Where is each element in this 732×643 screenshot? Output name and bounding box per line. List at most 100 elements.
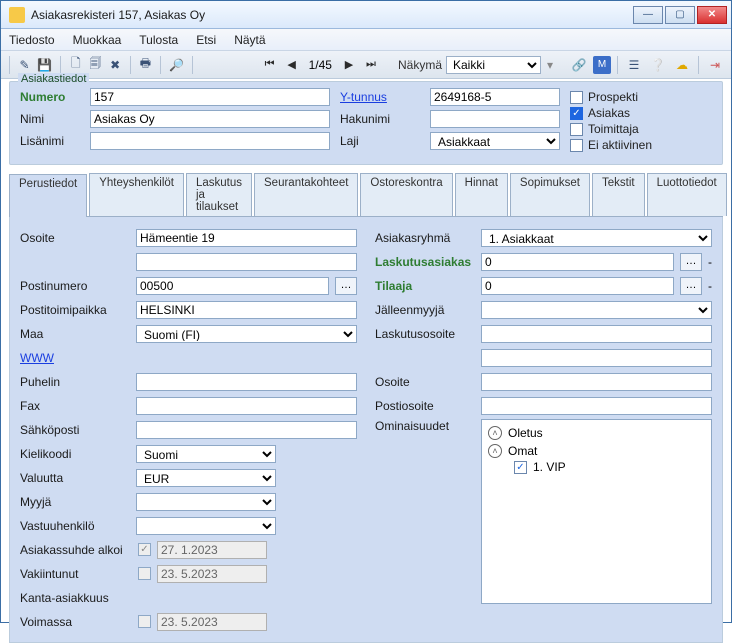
cloud-icon[interactable]: ☁ (672, 55, 692, 75)
maa-select[interactable]: Suomi (FI) (136, 325, 357, 343)
osoite2-input[interactable] (136, 253, 357, 271)
tab-luottotiedot[interactable]: Luottotiedot (647, 173, 727, 216)
tilaaja-input[interactable] (481, 277, 674, 295)
maa-label: Maa (20, 327, 130, 341)
tab-yhteyshenkilot[interactable]: Yhteyshenkilöt (89, 173, 184, 216)
save-icon[interactable]: 💾 (37, 55, 52, 75)
osoite-input[interactable] (136, 229, 357, 247)
prospekti-checkbox[interactable] (570, 91, 583, 104)
chevron-up-icon[interactable]: ˄ (488, 444, 502, 458)
laskutusasiakas-lookup-button[interactable]: … (680, 253, 702, 271)
tab-hinnat[interactable]: Hinnat (455, 173, 508, 216)
valuutta-label: Valuutta (20, 471, 130, 485)
vakiintunut-label: Vakiintunut (20, 567, 130, 581)
print-icon[interactable]: 🖶 (139, 55, 153, 75)
ominaisuudet-tree[interactable]: ˄ Oletus ˄ Omat ✓ 1. VIP (481, 419, 712, 604)
menu-etsi[interactable]: Etsi (196, 33, 216, 47)
menu-muokkaa[interactable]: Muokkaa (73, 33, 122, 47)
asiakastiedot-legend: Asiakastiedot (18, 73, 89, 85)
vip-checkbox[interactable]: ✓ (514, 461, 527, 474)
numero-input[interactable] (90, 88, 330, 106)
close-button[interactable]: ✕ (697, 6, 727, 24)
search-icon[interactable]: 🔎 (169, 55, 184, 75)
puhelin-input[interactable] (136, 373, 357, 391)
puhelin-label: Puhelin (20, 375, 130, 389)
new-icon[interactable]: 🗋 (69, 55, 83, 75)
sahkoposti-input[interactable] (136, 421, 357, 439)
voimassa-date[interactable] (157, 613, 267, 631)
ei-aktiivinen-label: Ei aktiivinen (588, 138, 652, 152)
nav-last-icon[interactable]: ⏭ (362, 56, 380, 74)
vastuu-select[interactable] (136, 517, 276, 535)
link-icon[interactable]: 🔗 (569, 55, 589, 75)
voimassa-checkbox[interactable] (138, 615, 151, 628)
kielikoodi-select[interactable]: Suomi (136, 445, 276, 463)
tilaaja-lookup-button[interactable]: … (680, 277, 702, 295)
help-icon[interactable]: ❔ (648, 55, 668, 75)
tree-oletus[interactable]: Oletus (508, 426, 543, 440)
vakiintunut-checkbox[interactable] (138, 567, 151, 580)
lisanimi-input[interactable] (90, 132, 330, 150)
module-icon[interactable]: M (593, 56, 611, 74)
nimi-input[interactable] (90, 110, 330, 128)
list-icon[interactable]: ☰ (624, 55, 644, 75)
menu-nayta[interactable]: Näytä (234, 33, 265, 47)
tree-vip[interactable]: 1. VIP (533, 460, 566, 474)
vakiintunut-date[interactable] (157, 565, 267, 583)
postinumero-lookup-button[interactable]: … (335, 277, 357, 295)
tab-perustiedot[interactable]: Perustiedot (9, 174, 87, 217)
tilaaja-label: Tilaaja (375, 279, 475, 293)
toimittaja-checkbox[interactable] (570, 123, 583, 136)
valuutta-select[interactable]: EUR (136, 469, 276, 487)
exit-icon[interactable]: ⇥ (705, 55, 725, 75)
jalleenmyyja-select[interactable] (481, 301, 712, 319)
nav-first-icon[interactable]: ⏮ (261, 56, 279, 74)
nav-prev-icon[interactable]: ◀ (283, 56, 301, 74)
myyja-select[interactable] (136, 493, 276, 511)
nav-next-icon[interactable]: ▶ (340, 56, 358, 74)
lisanimi-label: Lisänimi (20, 134, 80, 148)
asuhde-checkbox[interactable]: ✓ (138, 543, 151, 556)
laskutusasiakas-label: Laskutusasiakas (375, 255, 475, 269)
tab-ostoreskontra[interactable]: Ostoreskontra (360, 173, 452, 216)
chevron-up-icon[interactable]: ˄ (488, 426, 502, 440)
postiosoite-input[interactable] (481, 397, 712, 415)
delete-icon[interactable]: ✖ (108, 55, 122, 75)
ytunnus-input[interactable] (430, 88, 560, 106)
tab-body: Osoite Postinumero… Postitoimipaikka Maa… (9, 217, 723, 643)
www-label[interactable]: WWW (20, 351, 130, 365)
tab-tekstit[interactable]: Tekstit (592, 173, 645, 216)
tab-sopimukset[interactable]: Sopimukset (510, 173, 590, 216)
sahkoposti-label: Sähköposti (20, 423, 130, 437)
copy-icon[interactable]: 🗐 (89, 55, 103, 75)
postitoimipaikka-input[interactable] (136, 301, 357, 319)
left-column: Osoite Postinumero… Postitoimipaikka Maa… (20, 227, 357, 632)
hakunimi-input[interactable] (430, 110, 560, 128)
laskutusasiakas-input[interactable] (481, 253, 674, 271)
fax-input[interactable] (136, 397, 357, 415)
ei-aktiivinen-checkbox[interactable] (570, 139, 583, 152)
minimize-button[interactable]: — (633, 6, 663, 24)
view-select[interactable]: Kaikki (446, 56, 541, 74)
hakunimi-label: Hakunimi (340, 112, 420, 126)
edit-icon[interactable]: ✎ (18, 55, 32, 75)
menu-tiedosto[interactable]: Tiedosto (9, 33, 55, 47)
menu-tulosta[interactable]: Tulosta (139, 33, 178, 47)
asiakas-checkbox[interactable]: ✓ (570, 107, 583, 120)
maximize-button[interactable]: ▢ (665, 6, 695, 24)
postinumero-input[interactable] (136, 277, 329, 295)
laji-select[interactable]: Asiakkaat (430, 132, 560, 150)
asuhde-date[interactable] (157, 541, 267, 559)
tab-seuranta[interactable]: Seurantakohteet (254, 173, 358, 216)
app-icon (9, 7, 25, 23)
laskutusosoite-input[interactable] (481, 325, 712, 343)
ytunnus-label[interactable]: Y-tunnus (340, 90, 420, 104)
asiakasryhma-select[interactable]: 1. Asiakkaat (481, 229, 712, 247)
tree-omat[interactable]: Omat (508, 444, 537, 458)
r-osoite-input[interactable] (481, 373, 712, 391)
tab-laskutus[interactable]: Laskutus ja tilaukset (186, 173, 252, 216)
laskutusosoite2-input[interactable] (481, 349, 712, 367)
view-dropdown-icon[interactable]: ▾ (547, 58, 553, 72)
r-osoite-label: Osoite (375, 375, 475, 389)
right-column: Asiakasryhmä1. Asiakkaat Laskutusasiakas… (375, 227, 712, 632)
